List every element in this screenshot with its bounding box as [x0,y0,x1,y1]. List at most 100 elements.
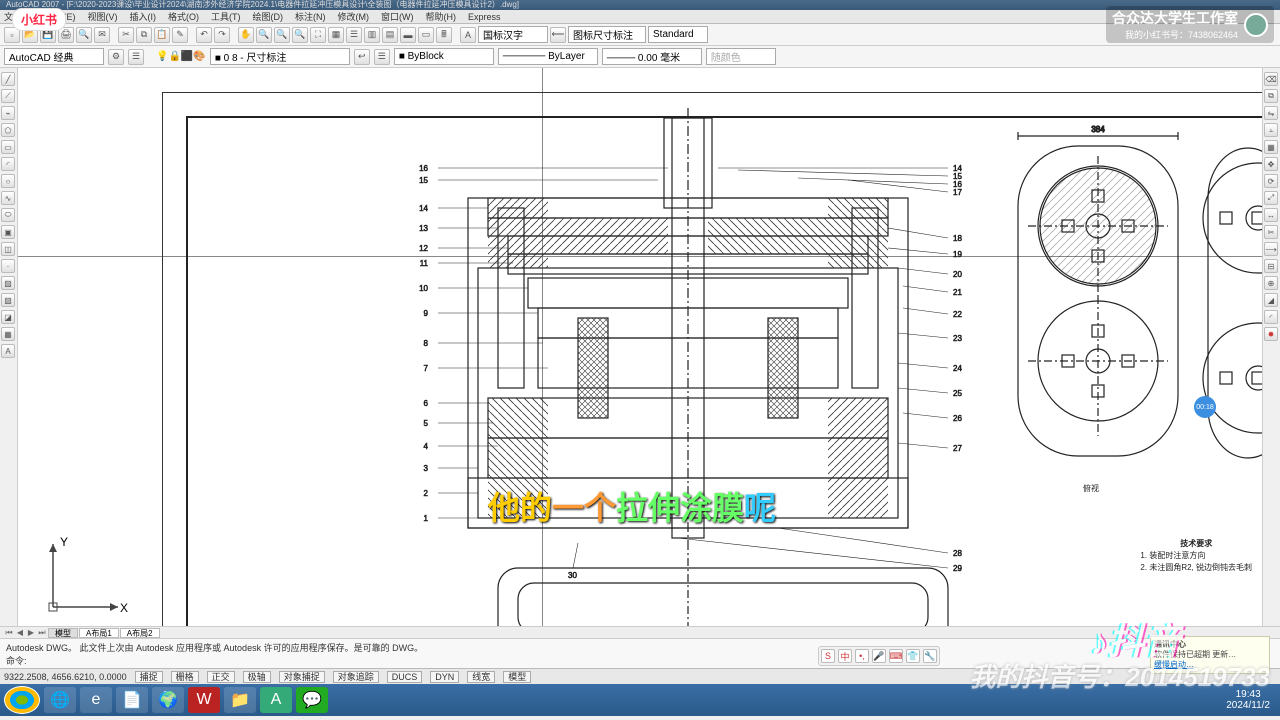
start-button[interactable] [4,686,40,714]
trim-tool[interactable]: ✂ [1264,225,1278,239]
extend-tool[interactable]: ⟶ [1264,242,1278,256]
region-tool[interactable]: ◪ [1,310,15,324]
undo-button[interactable]: ↶ [196,27,212,43]
drawing-canvas[interactable]: 16 15 14 13 12 11 10 9 8 7 6 5 4 3 2 1 1… [18,68,1262,626]
ducs-toggle[interactable]: DUCS [387,671,423,683]
tab-layout1[interactable]: A布局1 [79,628,119,638]
menu-insert[interactable]: 插入(I) [130,10,157,23]
menu-help[interactable]: 帮助(H) [426,10,457,23]
scale-tool[interactable]: ⤢ [1264,191,1278,205]
tab-model[interactable]: 模型 [48,628,78,638]
taskbar-explorer-icon[interactable]: 📁 [224,687,256,713]
rotate-tool[interactable]: ⟳ [1264,174,1278,188]
tool-palette-button[interactable]: ▤ [382,27,398,43]
tab-prev[interactable]: ◀ [15,628,25,637]
ime-skin-button[interactable]: 👕 [906,649,920,663]
gradient-tool[interactable]: ▧ [1,293,15,307]
tab-first[interactable]: ⏮ [4,628,14,638]
line-tool[interactable]: ╱ [1,72,15,86]
layer-prev-button[interactable]: ↩ [354,49,370,65]
ime-logo-icon[interactable]: S [821,649,835,663]
linetype-select[interactable]: ────── ByLayer [498,48,598,65]
dimstyle-icon[interactable]: ⟵ [550,27,566,43]
dyn-toggle[interactable]: DYN [430,671,459,683]
menu-dimension[interactable]: 标注(N) [295,10,326,23]
insert-tool[interactable]: ▣ [1,225,15,239]
layer-iso-button[interactable]: ▦ [328,27,344,43]
tab-next[interactable]: ▶ [26,628,36,637]
copy-button[interactable]: ⧉ [136,27,152,43]
grid-toggle[interactable]: 栅格 [171,671,199,683]
hatch-tool[interactable]: ▨ [1,276,15,290]
color-select[interactable]: ■ ByBlock [394,48,494,65]
zoom-button[interactable]: 🔍 [256,27,272,43]
pan-button[interactable]: ✋ [238,27,254,43]
paste-button[interactable]: 📋 [154,27,170,43]
join-tool[interactable]: ⊕ [1264,276,1278,290]
spline-tool[interactable]: ∿ [1,191,15,205]
lineweight-select[interactable]: ──── 0.00 毫米 [602,48,702,65]
table-tool[interactable]: ▦ [1,327,15,341]
taskbar-ie-icon[interactable]: e [80,687,112,713]
taskbar-app-1[interactable]: 🌐 [44,687,76,713]
menu-tools[interactable]: 工具(T) [211,10,241,23]
xline-tool[interactable]: ⟋ [1,89,15,103]
ime-keyboard-button[interactable]: ⌨ [889,649,903,663]
taskbar-notepad-icon[interactable]: 📄 [116,687,148,713]
sheet-button[interactable]: ▬ [400,27,416,43]
tablestyle-select[interactable]: Standard [648,26,708,43]
explode-tool[interactable]: ✸ [1264,327,1278,341]
point-tool[interactable]: · [1,259,15,273]
menu-format[interactable]: 格式(O) [168,10,199,23]
fillet-tool[interactable]: ◜ [1264,310,1278,324]
block-tool[interactable]: ◫ [1,242,15,256]
layer-select[interactable]: ■ 0 8 - 尺寸标注 [210,48,350,65]
ortho-toggle[interactable]: 正交 [207,671,235,683]
match-button[interactable]: ✎ [172,27,188,43]
workspace-select[interactable]: AutoCAD 经典 [4,48,104,65]
model-toggle[interactable]: 模型 [503,671,531,683]
osnap-toggle[interactable]: 对象捕捉 [279,671,325,683]
copy-tool[interactable]: ⧉ [1264,89,1278,103]
workspace-settings-button[interactable]: ⚙ [108,49,124,65]
zoom-window-button[interactable]: 🔍 [292,27,308,43]
dc-button[interactable]: ▥ [364,27,380,43]
zoom-extent-button[interactable]: ⛶ [310,27,326,43]
publish-button[interactable]: ✉ [94,27,110,43]
tab-layout2[interactable]: A布局2 [120,628,160,638]
break-tool[interactable]: ⊟ [1264,259,1278,273]
ime-voice-button[interactable]: 🎤 [872,649,886,663]
zoom-prev-button[interactable]: 🔍 [274,27,290,43]
menu-draw[interactable]: 绘图(D) [253,10,284,23]
erase-tool[interactable]: ⌫ [1264,72,1278,86]
textstyle-select[interactable]: 国标汉字 [478,26,548,43]
otrack-toggle[interactable]: 对象追踪 [333,671,379,683]
taskbar-browser-icon[interactable]: 🌍 [152,687,184,713]
arc-tool[interactable]: ◜ [1,157,15,171]
menu-window[interactable]: 窗口(W) [381,10,414,23]
ime-toolbar[interactable]: S 中 •, 🎤 ⌨ 👕 🔧 [818,646,940,666]
layer-states-button[interactable]: ☰ [374,49,390,65]
lwt-toggle[interactable]: 线宽 [467,671,495,683]
dimstyle-select[interactable]: 图标尺寸标注 [568,26,646,43]
circle-tool[interactable]: ○ [1,174,15,188]
ime-punct-button[interactable]: •, [855,649,869,663]
ime-lang-button[interactable]: 中 [838,649,852,663]
mirror-tool[interactable]: ⇋ [1264,106,1278,120]
preview-button[interactable]: 🔍 [76,27,92,43]
ime-tool-button[interactable]: 🔧 [923,649,937,663]
taskbar-autocad-icon[interactable]: A [260,687,292,713]
menu-view[interactable]: 视图(V) [88,10,118,23]
stretch-tool[interactable]: ↔ [1264,208,1278,222]
polar-toggle[interactable]: 极轴 [243,671,271,683]
rectangle-tool[interactable]: ▭ [1,140,15,154]
snap-toggle[interactable]: 捕捉 [135,671,163,683]
array-tool[interactable]: ▦ [1264,140,1278,154]
properties-button[interactable]: ☰ [346,27,362,43]
taskbar-wps-icon[interactable]: W [188,687,220,713]
pline-tool[interactable]: ⌁ [1,106,15,120]
tab-last[interactable]: ⏭ [37,628,47,638]
textstyle-icon[interactable]: A [460,27,476,43]
calc-button[interactable]: 🖩 [436,27,452,43]
ellipse-tool[interactable]: ⬭ [1,208,15,222]
